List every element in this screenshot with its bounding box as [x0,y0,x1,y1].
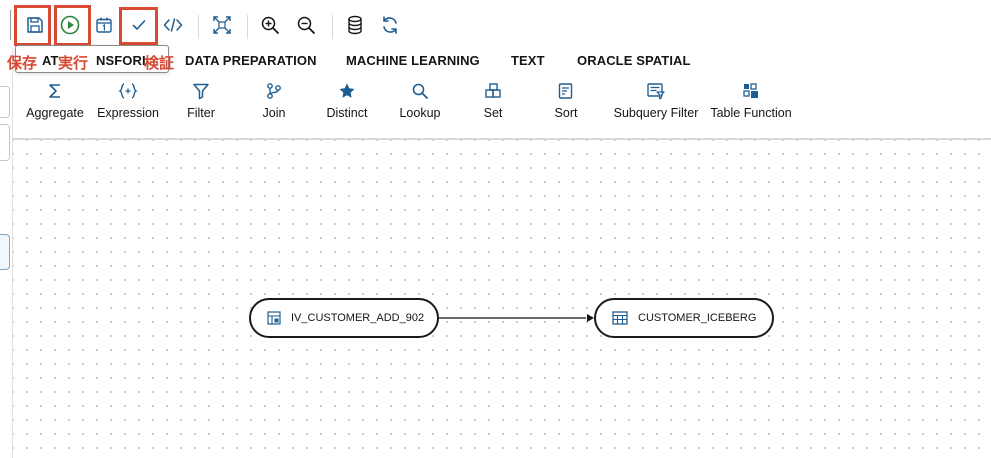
target-node[interactable]: CUSTOMER_ICEBERG [594,298,774,338]
connector-arrowhead [587,314,594,322]
sort-icon [558,83,573,99]
zoom-in-button[interactable] [256,10,284,40]
toolbar-divider [10,10,11,40]
fit-icon [213,16,231,34]
expression-icon [118,83,138,99]
left-panel-control[interactable] [0,124,10,161]
validate-highlight-box [119,7,158,45]
subquery-filter-icon [647,83,665,100]
run-highlight-box [54,5,91,46]
zoom-in-icon [261,16,279,34]
code-icon [163,18,183,32]
tab-transformations[interactable]: NSFORI [96,53,146,68]
schedule-button[interactable] [90,10,118,40]
source-node[interactable]: IV_CUSTOMER_ADD_902 [249,298,439,338]
target-node-label: CUSTOMER_ICEBERG [638,312,757,324]
mapping-canvas[interactable]: IV_CUSTOMER_ADD_902 CUSTOMER_ICEBERG [13,140,991,458]
fit-to-screen-button[interactable] [208,10,236,40]
tab-data-preparation[interactable]: DATA PREPARATION [185,53,317,68]
run-annotation: 実行 [58,55,89,72]
palette-label: Subquery Filter [613,106,699,120]
palette-label: Sort [554,106,578,120]
sigma-icon [49,84,60,98]
database-button[interactable] [341,10,369,40]
toolbar-divider [332,15,333,39]
source-node-label: IV_CUSTOMER_ADD_902 [291,312,425,324]
zoom-out-button[interactable] [292,10,320,40]
tab-partial-left[interactable]: AT [42,53,59,68]
connector-layer [437,314,594,322]
database-icon [348,15,362,35]
left-panel-control[interactable] [0,86,10,118]
view-icon [267,311,281,325]
table-icon [612,311,628,325]
join-icon [267,83,281,99]
search-icon [412,83,428,99]
tab-oracle-spatial[interactable]: ORACLE SPATIAL [577,53,691,68]
save-highlight-box [14,5,51,46]
left-panel-selected-item[interactable] [0,234,10,270]
schedule-icon [96,17,112,33]
palette-item-subquery-filter[interactable]: Subquery Filter [606,78,706,120]
view-code-button[interactable] [159,10,187,40]
component-palette: Aggregate Expression Filter Join Distinc… [12,78,991,138]
toolbar [10,0,991,48]
refresh-icon [383,16,397,34]
tab-text[interactable]: TEXT [511,53,545,68]
toolbar-divider [247,15,248,39]
refresh-button[interactable] [376,10,404,40]
table-function-icon [743,83,758,98]
palette-item-table-function[interactable]: Table Function [701,78,801,120]
validate-annotation: 検証 [144,55,175,72]
set-icon [485,83,501,98]
palette-item-sort[interactable]: Sort [521,78,611,120]
tab-machine-learning[interactable]: MACHINE LEARNING [346,53,480,68]
toolbar-divider [198,15,199,39]
filter-icon [193,83,209,100]
save-annotation: 保存 [7,55,38,72]
star-icon [339,83,355,98]
zoom-out-icon [297,16,315,34]
palette-label: Table Function [710,106,792,120]
